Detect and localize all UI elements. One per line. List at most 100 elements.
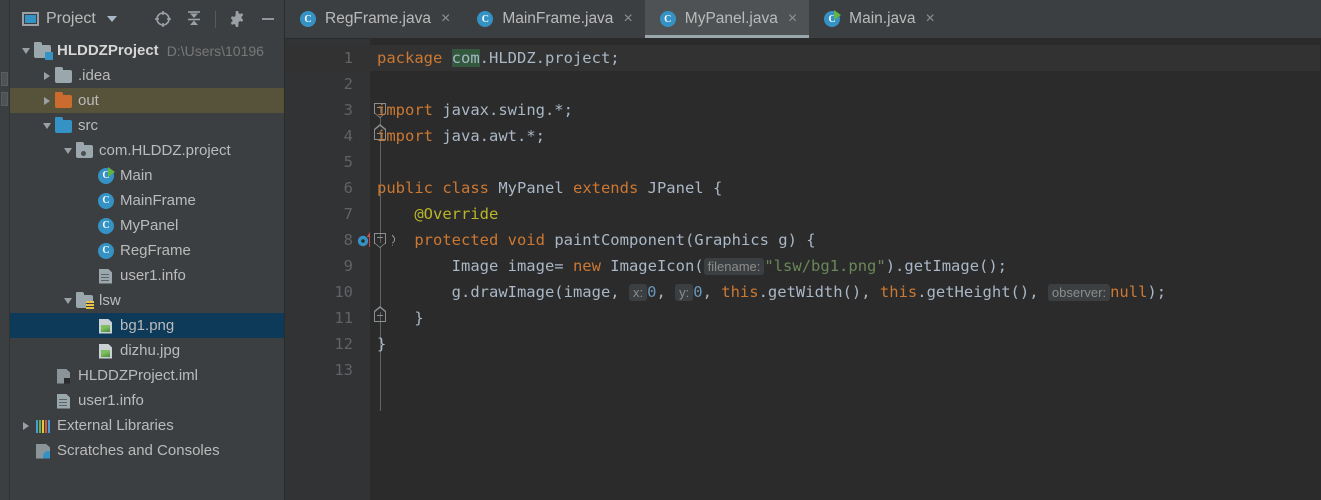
tree-node-user1-info[interactable]: user1.info — [10, 388, 284, 413]
code-line[interactable]: 12} — [285, 331, 1321, 357]
chevron-down-icon[interactable] — [18, 38, 34, 63]
editor-tab-mainframe-java[interactable]: C MainFrame.java × — [462, 0, 645, 38]
gear-icon[interactable] — [227, 9, 247, 29]
chevron-down-icon[interactable] — [60, 288, 76, 313]
code-token: } — [377, 335, 387, 353]
editor-tab-label: MyPanel.java — [684, 10, 778, 27]
chevron-down-icon[interactable] — [60, 138, 76, 163]
project-tree[interactable]: HLDDZProject D:\Users\10196 .idea out src com… — [10, 38, 284, 500]
code-text: protected void paintComponent(Graphics g… — [377, 227, 815, 253]
tree-node-dizhu-jpg[interactable]: dizhu.jpg — [10, 338, 284, 363]
chevron-right-icon[interactable] — [39, 88, 55, 113]
tree-node-lsw[interactable]: lsw — [10, 288, 284, 313]
tree-node-label: user1.info — [78, 392, 144, 409]
code-token: com — [451, 49, 480, 67]
tool-window-stripe — [0, 0, 10, 500]
editor-tab-main-java[interactable]: C Main.java × — [809, 0, 947, 38]
locate-icon[interactable] — [153, 9, 173, 29]
tree-node-src[interactable]: src — [10, 113, 284, 138]
tree-node-mainframe[interactable]: C MainFrame — [10, 188, 284, 213]
chevron-down-icon[interactable] — [39, 113, 55, 138]
code-text: @Override — [377, 201, 498, 227]
minimize-icon[interactable] — [258, 9, 278, 29]
close-icon[interactable]: × — [926, 11, 935, 27]
project-panel-header: Project — [10, 0, 284, 38]
java-class-icon: C — [98, 192, 114, 209]
tree-node-main[interactable]: C Main — [10, 163, 284, 188]
code-line[interactable]: 11 } — [285, 305, 1321, 331]
stripe-button-favorites[interactable] — [1, 92, 8, 106]
tree-node--idea[interactable]: .idea — [10, 63, 284, 88]
folder-resource-icon — [76, 291, 94, 310]
code-line[interactable]: 1 package com.HLDDZ.project; — [285, 45, 1321, 71]
code-token: Image image= — [377, 257, 573, 275]
java-class-icon: C — [98, 217, 114, 234]
close-icon[interactable]: × — [441, 11, 450, 27]
project-panel-toolbar — [153, 0, 278, 38]
tree-node-label: src — [78, 117, 98, 134]
close-icon[interactable]: × — [623, 11, 632, 27]
chevron-down-icon[interactable] — [106, 16, 117, 22]
tree-node-user1-info[interactable]: user1.info — [10, 263, 284, 288]
code-editor[interactable]: @ 1package com.HLDDZ.project;23import ja… — [285, 39, 1321, 500]
project-window-icon — [22, 12, 39, 26]
tree-node-com-hlddz-project[interactable]: com.HLDDZ.project — [10, 138, 284, 163]
code-line[interactable]: 10 g.drawImage(image, x: 0, y: 0, this.get… — [285, 279, 1321, 305]
java-class-runnable-icon: C — [823, 10, 842, 28]
code-text: import java.awt.*; — [377, 123, 545, 149]
java-class-icon: C — [97, 217, 115, 235]
code-token: public class — [377, 179, 499, 197]
code-text: g.drawImage(image, x: 0, y: 0, this.getWid… — [377, 279, 1166, 306]
code-line[interactable]: 3 import javax.swing.*; — [285, 97, 1321, 123]
editor-tab-bar[interactable]: C RegFrame.java × C MainFrame.java × C MyPanel.… — [285, 0, 1321, 39]
java-class-icon: C — [300, 11, 316, 27]
code-line[interactable]: 8 protected void paintComponent(Graphics… — [285, 227, 1321, 253]
editor-tab-regframe-java[interactable]: C RegFrame.java × — [285, 0, 463, 38]
code-line[interactable]: 2 — [285, 71, 1321, 97]
tree-node-hlddzproject[interactable]: HLDDZProject D:\Users\10196 — [10, 38, 284, 63]
code-lines[interactable]: 1 package com.HLDDZ.project; 2 3 import java… — [285, 39, 1321, 500]
tree-node-scratches-and-consoles[interactable]: Scratches and Consoles — [10, 438, 284, 463]
file-icon — [97, 267, 115, 285]
tree-node-external-libraries[interactable]: External Libraries — [10, 413, 284, 438]
code-line[interactable]: 5 — [285, 149, 1321, 175]
tree-node-hlddzproject-iml[interactable]: HLDDZProject.iml — [10, 363, 284, 388]
file-icon — [55, 392, 73, 410]
tree-node-out[interactable]: out — [10, 88, 284, 113]
tree-node-label: out — [78, 92, 99, 109]
line-number: 8 — [343, 231, 353, 249]
scratches-icon — [36, 443, 50, 459]
close-icon[interactable]: × — [788, 11, 797, 27]
chevron-right-icon[interactable] — [18, 413, 34, 438]
folder-orange-icon — [55, 91, 73, 110]
code-line[interactable]: 7 @Override — [285, 201, 1321, 227]
code-line[interactable]: 13 — [285, 357, 1321, 383]
java-class-icon: C — [476, 10, 494, 28]
code-line[interactable]: 6 public class MyPanel extends JPanel { — [285, 175, 1321, 201]
project-panel-title-group[interactable]: Project — [22, 10, 117, 28]
library-icon — [36, 419, 50, 433]
code-line[interactable]: 4 import java.awt.*; — [285, 123, 1321, 149]
code-token: package — [377, 49, 452, 67]
stripe-button-structure[interactable] — [1, 72, 8, 86]
tree-node-bg1-png[interactable]: bg1.png — [10, 313, 284, 338]
code-line[interactable]: 9 Image image= new ImageIcon(filename: "l… — [285, 253, 1321, 279]
folder-gray-icon — [55, 66, 72, 83]
code-text: Image image= new ImageIcon(filename: "lsw… — [377, 253, 1007, 280]
tree-node-mypanel[interactable]: C MyPanel — [10, 213, 284, 238]
code-token: .getHeight(), — [917, 283, 1048, 301]
line-number: 11 — [334, 309, 353, 327]
chevron-right-icon[interactable] — [39, 63, 55, 88]
code-token: 0 — [693, 283, 703, 301]
collapse-all-icon[interactable] — [184, 9, 204, 29]
tree-node-regframe[interactable]: C RegFrame — [10, 238, 284, 263]
code-token: , — [702, 283, 722, 301]
editor-tab-mypanel-java[interactable]: C MyPanel.java × — [644, 0, 810, 38]
line-number: 3 — [343, 101, 353, 119]
line-number: 13 — [334, 361, 353, 379]
